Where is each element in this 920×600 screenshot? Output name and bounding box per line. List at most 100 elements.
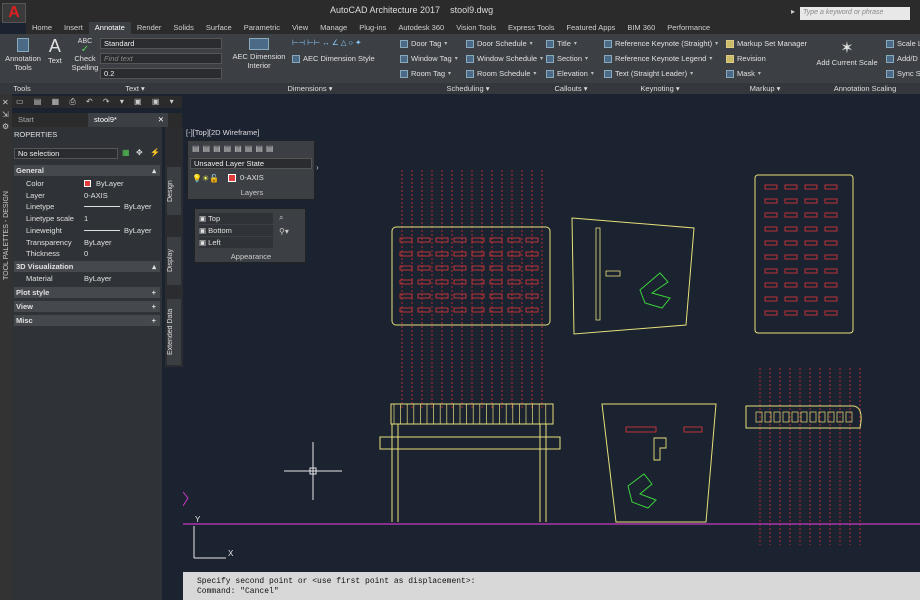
layer-color-swatch[interactable] (228, 174, 236, 182)
panel-title-text[interactable]: Text ▾ (44, 83, 226, 94)
add-current-scale-button[interactable]: ✶ Add Current Scale (814, 40, 880, 67)
viewport-controls-label[interactable]: [-][Top][2D Wireframe] (186, 128, 259, 137)
current-layer-name[interactable]: 0-AXIS (240, 173, 264, 182)
close-icon[interactable]: ✕ (2, 98, 9, 107)
window-schedule-button[interactable]: Window Schedule ▾ (466, 54, 543, 63)
application-menu-button[interactable]: A (2, 3, 26, 23)
search-input[interactable]: Type a keyword or phrase (800, 7, 910, 20)
toggle-pickadd-icon[interactable]: ▦ (122, 148, 130, 157)
elevation-callout-button[interactable]: Elevation ▾ (546, 69, 594, 78)
slot (784, 240, 798, 246)
aec-dimension-style-button[interactable]: AEC Dimension Style (292, 54, 375, 63)
property-row-thickness[interactable]: Thickness 0 (12, 248, 162, 259)
selection-combo[interactable]: No selection (14, 148, 118, 159)
property-row-layer[interactable]: Layer 0-AXIS (12, 190, 162, 201)
door-schedule-button[interactable]: Door Schedule ▾ (466, 39, 533, 48)
panel-title-tools[interactable]: Tools (0, 83, 44, 94)
revision-button[interactable]: Revision (726, 54, 766, 63)
text-height-combo[interactable]: 0.2 (100, 68, 222, 79)
scale-list-button[interactable]: Scale L (886, 39, 920, 48)
markup-set-manager-button[interactable]: Markup Set Manager (726, 39, 807, 48)
plot-style-section[interactable]: Plot style + (14, 287, 160, 298)
reference-keynote-legend-button[interactable]: Reference Keynote Legend ▾ (604, 54, 712, 63)
property-row-transparency[interactable]: Transparency ByLayer (12, 237, 162, 248)
tab-extended-data[interactable]: Extended Data (167, 299, 181, 365)
tab-solids[interactable]: Solids (167, 22, 199, 34)
tab-stool9[interactable]: stool9* ✕ (88, 113, 168, 127)
layer-tool-icons[interactable]: ▤▤▤▤▤▤▤▤ (192, 144, 276, 153)
quick-select-icon[interactable]: ⚡ (150, 148, 160, 157)
mask-button[interactable]: Mask ▾ (726, 69, 761, 78)
tab-render[interactable]: Render (131, 22, 168, 34)
text-style-combo[interactable]: Standard (100, 38, 222, 49)
door-tag-button[interactable]: Door Tag ▾ (400, 39, 447, 48)
view-item-bottom[interactable]: ▣ Bottom (199, 225, 273, 236)
expand-arrow-icon[interactable]: › (316, 163, 319, 172)
view-section[interactable]: View + (14, 301, 160, 312)
search-expand-icon[interactable]: ▸ (791, 7, 795, 16)
tab-insert[interactable]: Insert (58, 22, 89, 34)
settings-icon[interactable]: ⚙ (2, 122, 9, 131)
3d-visualization-section[interactable]: 3D Visualization ▴ (14, 261, 160, 272)
window-tag-button[interactable]: Window Tag ▾ (400, 54, 458, 63)
view-item-left[interactable]: ▣ Left (199, 237, 273, 248)
find-text-input[interactable]: Find text (100, 53, 222, 64)
view-control-icon[interactable]: ⌕ (279, 213, 283, 223)
slot (845, 411, 853, 423)
quick-access-icons[interactable]: ▭ ▤ ▦ ⎙ ↶ ↷ ▾ ▣ ▣ ▾ (16, 97, 178, 107)
panel-title-keynoting[interactable]: Keynoting ▾ (600, 83, 720, 94)
sync-scales-button[interactable]: Sync S (886, 69, 920, 78)
tab-plug-ins[interactable]: Plug-ins (353, 22, 392, 34)
slot (804, 296, 818, 302)
panel-title-markup[interactable]: Markup ▾ (720, 83, 810, 94)
tab-manage[interactable]: Manage (314, 22, 353, 34)
property-row-material[interactable]: Material ByLayer (12, 273, 162, 284)
tab-performance[interactable]: Performance (661, 22, 716, 34)
panel-title-scheduling-label: Scheduling (446, 84, 484, 93)
text-button[interactable]: A Text (48, 36, 62, 65)
dimension-tools-row[interactable]: ⊢⊣ ⊢⊢ ↔ ∠ △ ○ ✦ (292, 38, 361, 47)
tab-view[interactable]: View (286, 22, 314, 34)
view-item-top[interactable]: ▣ Top (199, 213, 273, 224)
panel-title-scheduling[interactable]: Scheduling ▾ (394, 83, 542, 94)
close-tab-icon[interactable]: ✕ (158, 113, 164, 127)
slot (507, 265, 521, 271)
room-schedule-button[interactable]: Room Schedule ▾ (466, 69, 536, 78)
tab-design[interactable]: Design (167, 167, 181, 215)
property-row-linetype[interactable]: Linetype ByLayer (12, 201, 162, 212)
tab-express-tools[interactable]: Express Tools (502, 22, 561, 34)
annotation-tools-button[interactable]: Annotation Tools (4, 38, 42, 72)
tab-start[interactable]: Start (12, 113, 86, 127)
title-callout-button[interactable]: Title ▾ (546, 39, 577, 48)
visual-style-icon[interactable]: ⚲▾ (279, 227, 289, 236)
panel-title-callouts[interactable]: Callouts ▾ (542, 83, 600, 94)
layer-visibility-icons[interactable]: 💡☀🔓 (192, 174, 219, 183)
panel-title-dimensions[interactable]: Dimensions ▾ (226, 83, 394, 94)
tab-featured-apps[interactable]: Featured Apps (561, 22, 622, 34)
general-section[interactable]: General ▴ (14, 165, 160, 176)
add-delete-scales-button[interactable]: Add/D (886, 54, 918, 63)
reference-keynote-button[interactable]: Reference Keynote (Straight) ▾ (604, 39, 718, 48)
property-row-color[interactable]: Color ByLayer (12, 178, 162, 189)
panel-title-annotation-scaling[interactable]: Annotation Scaling (810, 83, 920, 94)
check-spelling-button[interactable]: ABC ✓ Check Spelling (72, 38, 99, 72)
tab-display[interactable]: Display (167, 237, 181, 285)
property-row-lineweight[interactable]: Lineweight ByLayer (12, 225, 162, 236)
room-tag-button[interactable]: Room Tag ▾ (400, 69, 451, 78)
tab-vision-tools[interactable]: Vision Tools (450, 22, 502, 34)
tab-parametric[interactable]: Parametric (238, 22, 286, 34)
property-row-linetype-scale[interactable]: Linetype scale 1 (12, 213, 162, 224)
tab-home[interactable]: Home (26, 22, 58, 34)
tab-autodesk-360[interactable]: Autodesk 360 (392, 22, 450, 34)
pin-icon[interactable]: ⇲ (2, 110, 9, 119)
text-leader-button[interactable]: Text (Straight Leader) ▾ (604, 69, 693, 78)
tab-annotate[interactable]: Annotate (88, 22, 131, 34)
tab-surface[interactable]: Surface (200, 22, 238, 34)
layer-state-combo[interactable]: Unsaved Layer State (190, 158, 312, 169)
aec-dimension-interior-button[interactable]: AEC Dimension Interior (232, 38, 286, 70)
command-line[interactable]: Specify second point or <use first point… (183, 572, 920, 600)
select-objects-icon[interactable]: ✥ (136, 148, 143, 157)
tab-bim-360[interactable]: BIM 360 (621, 22, 661, 34)
misc-section[interactable]: Misc + (14, 315, 160, 326)
section-callout-button[interactable]: Section ▾ (546, 54, 588, 63)
